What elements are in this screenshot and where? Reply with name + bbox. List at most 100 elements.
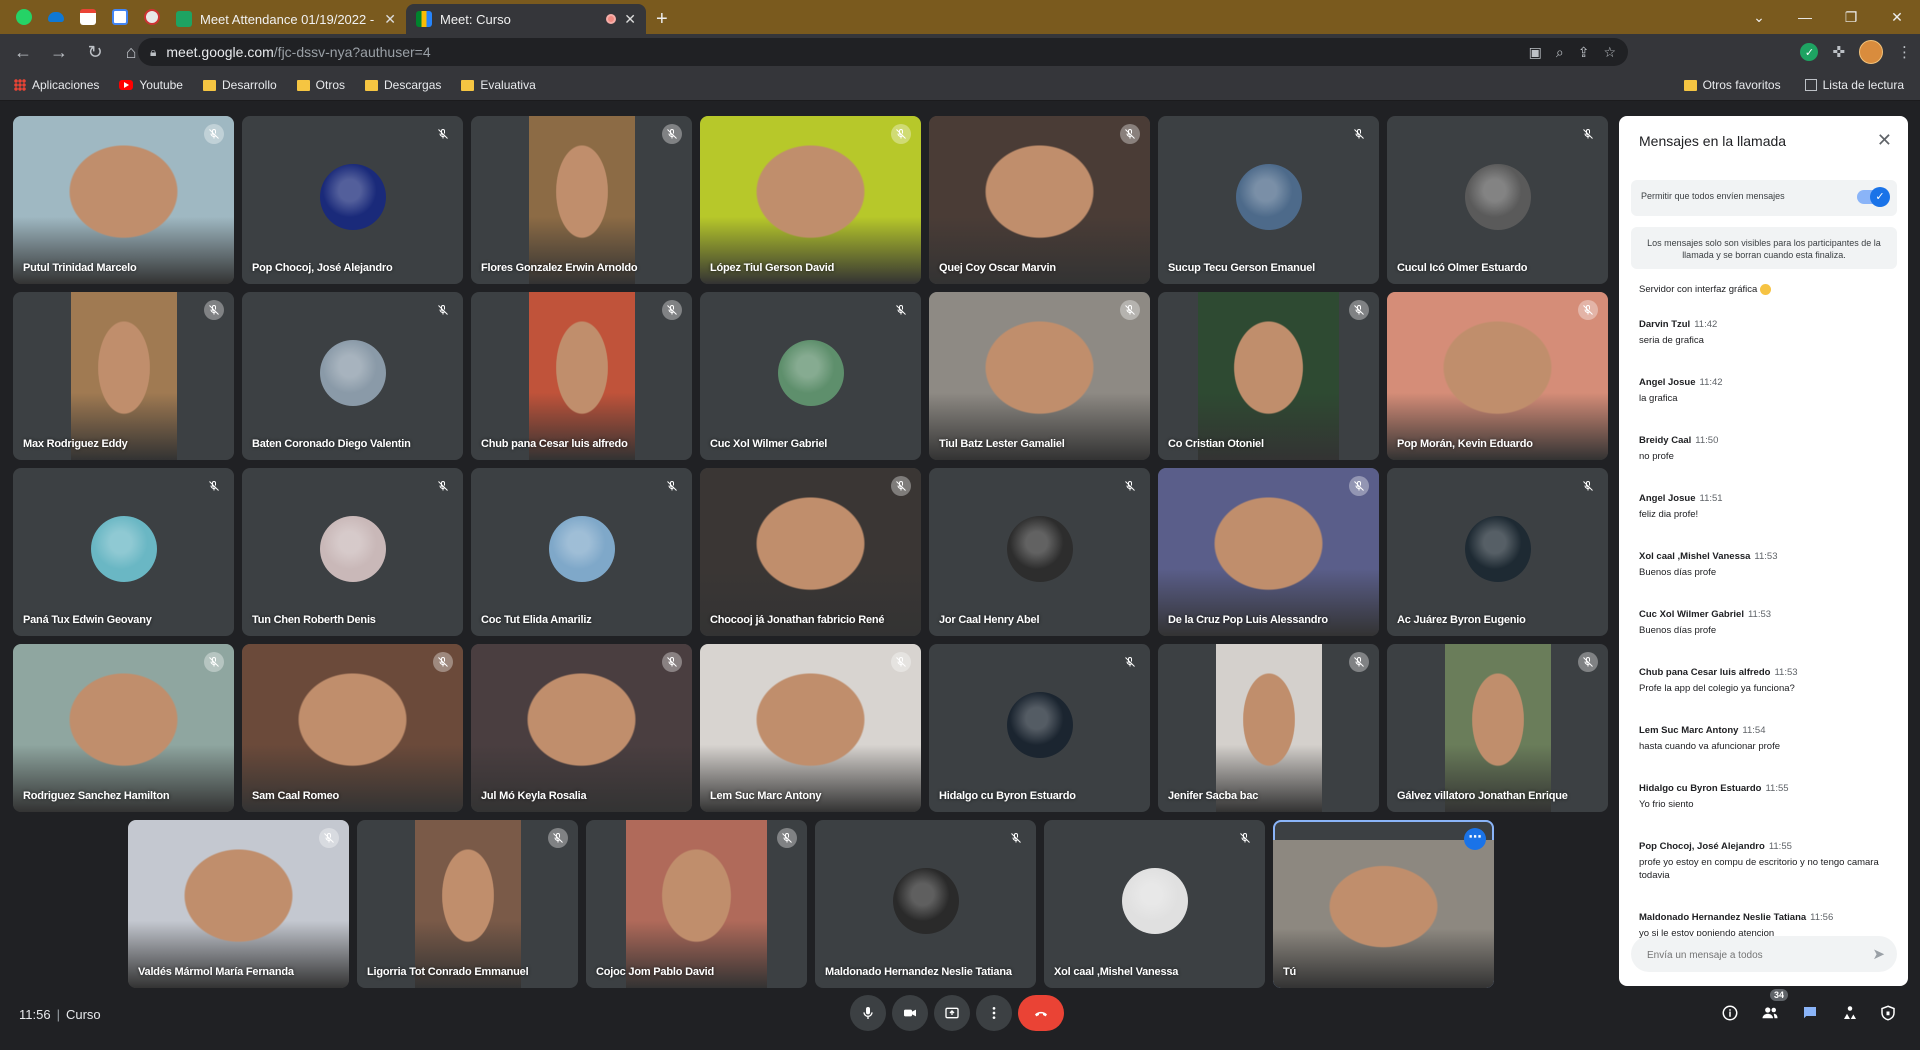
bookmark-otros[interactable]: Otros <box>296 78 345 92</box>
lock-icon[interactable]: 🔒︎ <box>150 45 156 60</box>
forward-button[interactable]: → <box>44 37 74 67</box>
leave-call-button[interactable] <box>1018 995 1064 1031</box>
minimize-button[interactable]: — <box>1782 0 1828 34</box>
puzzle-icon[interactable]: ✜ <box>1832 43 1845 61</box>
mic-muted-icon <box>319 828 339 848</box>
participant-tile[interactable]: Lem Suc Marc Antony <box>700 644 921 812</box>
camera-in-use-icon[interactable]: ▣ <box>1529 44 1542 61</box>
participant-tile[interactable]: Tiul Batz Lester Gamaliel <box>929 292 1150 460</box>
bookmark-star-icon[interactable]: ☆ <box>1603 44 1616 61</box>
address-bar[interactable]: 🔒︎ meet.google.com/fjc-dssv-nya?authuser… <box>138 38 1628 66</box>
participant-tile[interactable]: Cojoc Jom Pablo David <box>586 820 807 988</box>
close-icon[interactable]: ✕ <box>1877 130 1892 151</box>
participant-tile[interactable]: De la Cruz Pop Luis Alessandro <box>1158 468 1379 636</box>
participant-tile[interactable]: Quej Coy Oscar Marvin <box>929 116 1150 284</box>
send-icon[interactable]: ➤ <box>1872 945 1885 963</box>
folder-icon <box>202 79 216 91</box>
participant-tile[interactable]: Cuc Xol Wilmer Gabriel <box>700 292 921 460</box>
participant-tile[interactable]: Flores Gonzalez Erwin Arnoldo <box>471 116 692 284</box>
participant-tile[interactable]: Ac Juárez Byron Eugenio <box>1387 468 1608 636</box>
bookmark-desarrollo[interactable]: Desarrollo <box>202 78 277 92</box>
participant-tile[interactable]: Max Rodriguez Eddy <box>13 292 234 460</box>
info-icon <box>1722 1005 1738 1021</box>
participant-tile[interactable]: Hidalgo cu Byron Estuardo <box>929 644 1150 812</box>
extension-icon[interactable] <box>138 3 166 31</box>
meeting-details-button[interactable] <box>1716 999 1744 1027</box>
participant-tile[interactable]: Co Cristian Otoniel <box>1158 292 1379 460</box>
tab-meet-attendance[interactable]: Meet Attendance 01/19/2022 - i ✕ <box>166 4 406 34</box>
participant-tile[interactable]: Xol caal ,Mishel Vanessa <box>1044 820 1265 988</box>
activities-icon <box>1844 1006 1856 1019</box>
tab-meet-curso[interactable]: Meet: Curso ✕ <box>406 4 646 34</box>
chat-button[interactable] <box>1796 999 1824 1027</box>
participant-tile[interactable]: Sam Caal Romeo <box>242 644 463 812</box>
more-options-button[interactable] <box>976 995 1012 1031</box>
participant-tile[interactable]: Jul Mó Keyla Rosalia <box>471 644 692 812</box>
mic-muted-icon <box>1235 828 1255 848</box>
participant-tile[interactable]: López Tiul Gerson David <box>700 116 921 284</box>
participant-tile[interactable]: Sucup Tecu Gerson Emanuel <box>1158 116 1379 284</box>
zoom-icon[interactable]: ⌕ <box>1556 44 1564 61</box>
participant-tile[interactable]: Putul Trinidad Marcelo <box>13 116 234 284</box>
present-screen-button[interactable] <box>934 995 970 1031</box>
mic-muted-icon <box>1120 124 1140 144</box>
participant-tile[interactable]: Tun Chen Roberth Denis <box>242 468 463 636</box>
participant-tile[interactable]: Valdés Mármol María Fernanda <box>128 820 349 988</box>
participant-tile[interactable]: Baten Coronado Diego Valentin <box>242 292 463 460</box>
calendar-icon[interactable] <box>106 3 134 31</box>
participant-avatar <box>548 516 615 582</box>
microphone-button[interactable] <box>850 995 886 1031</box>
participant-tile[interactable]: Jenifer Sacba bac <box>1158 644 1379 812</box>
mic-muted-icon <box>548 828 568 848</box>
participant-tile[interactable]: Jor Caal Henry Abel <box>929 468 1150 636</box>
participant-tile[interactable]: Gálvez villatoro Jonathan Enrique <box>1387 644 1608 812</box>
participant-tile[interactable]: Cucul Icó Olmer Estuardo <box>1387 116 1608 284</box>
browser-toolbar: ← → ↻ ⌂ 🔒︎ meet.google.com/fjc-dssv-nya?… <box>0 34 1920 70</box>
allow-messages-toggle[interactable]: ✓ <box>1857 187 1890 207</box>
bookmark-descargas[interactable]: Descargas <box>365 78 441 92</box>
close-tab-icon[interactable]: ✕ <box>624 11 636 28</box>
camera-button[interactable] <box>892 995 928 1031</box>
bookmark-otros-favoritos[interactable]: Otros favoritos <box>1683 78 1781 92</box>
participant-tile[interactable]: Paná Tux Edwin Geovany <box>13 468 234 636</box>
participant-tile[interactable]: Pop Morán, Kevin Eduardo <box>1387 292 1608 460</box>
bookmark-youtube[interactable]: Youtube <box>119 78 183 92</box>
tab-search-icon[interactable]: ⌄ <box>1736 0 1782 34</box>
participant-tile[interactable]: Chocooj já Jonathan fabricio René <box>700 468 921 636</box>
gmail-icon[interactable] <box>74 3 102 31</box>
participant-tile[interactable]: Coc Tut Elida Amariliz <box>471 468 692 636</box>
video-feed <box>1158 468 1379 636</box>
share-icon[interactable]: ⇪ <box>1578 44 1590 61</box>
reading-list-button[interactable]: Lista de lectura <box>1804 78 1904 92</box>
whatsapp-icon[interactable] <box>10 3 38 31</box>
message-time: 11:50 <box>1695 435 1719 447</box>
host-controls-button[interactable] <box>1874 999 1902 1027</box>
participant-tile[interactable]: Chub pana Cesar luis alfredo <box>471 292 692 460</box>
participant-tile[interactable]: Maldonado Hernandez Neslie Tatiana <box>815 820 1036 988</box>
participants-button[interactable]: 34 <box>1756 989 1788 1027</box>
activities-button[interactable] <box>1836 999 1864 1027</box>
close-tab-icon[interactable]: ✕ <box>384 11 396 28</box>
more-options-icon[interactable]: ⋯ <box>1464 828 1486 850</box>
message-time: 11:42 <box>1694 319 1718 331</box>
profile-avatar[interactable] <box>1859 40 1883 64</box>
extension-check-icon[interactable]: ✓ <box>1800 43 1819 61</box>
bookmark-aplicaciones[interactable]: Aplicaciones <box>14 78 99 92</box>
reload-button[interactable]: ↻ <box>80 37 110 67</box>
back-button[interactable]: ← <box>8 37 38 67</box>
participant-tile[interactable]: Ligorria Tot Conrado Emmanuel <box>357 820 578 988</box>
self-video-tile[interactable]: Tú ⋯ <box>1273 820 1494 988</box>
video-feed <box>529 116 635 284</box>
mic-muted-icon <box>1349 124 1369 144</box>
new-tab-button[interactable]: + <box>656 4 668 34</box>
close-window-button[interactable]: ✕ <box>1874 0 1920 34</box>
participant-tile[interactable]: Rodriguez Sanchez Hamilton <box>13 644 234 812</box>
participant-name: Rodriguez Sanchez Hamilton <box>23 790 170 802</box>
bookmark-evaluativa[interactable]: Evaluativa <box>461 78 536 92</box>
onedrive-icon[interactable] <box>42 3 70 31</box>
participant-tile[interactable]: Pop Chocoj, José Alejandro <box>242 116 463 284</box>
mic-muted-icon <box>1578 124 1598 144</box>
menu-kebab-icon[interactable]: ⋮ <box>1897 43 1912 61</box>
maximize-button[interactable]: ❐ <box>1828 0 1874 34</box>
chat-message-input[interactable] <box>1645 936 1849 974</box>
